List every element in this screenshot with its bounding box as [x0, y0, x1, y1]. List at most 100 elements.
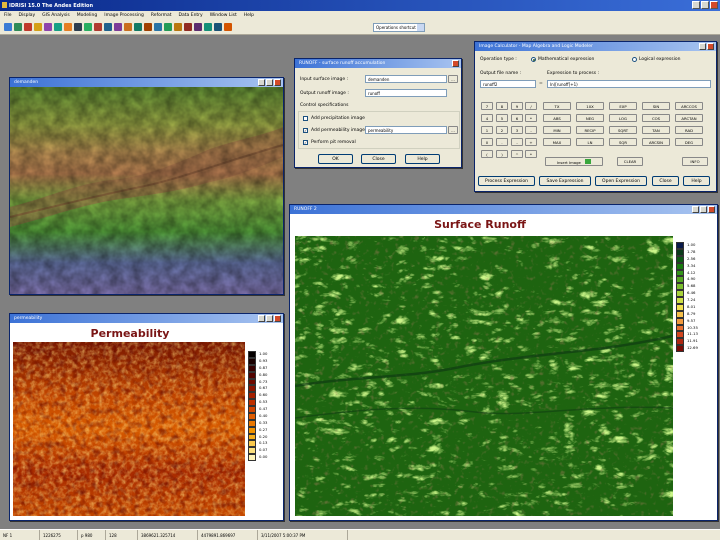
function-deg-button[interactable]: DEG — [675, 138, 703, 146]
key-1-button[interactable]: 7 — [481, 102, 493, 110]
function-sqr-button[interactable]: SQR — [609, 138, 637, 146]
key-11-button[interactable]: . — [496, 138, 508, 146]
permeability-window-title-bar[interactable]: permeability — [10, 314, 283, 323]
image-calculator-title-bar[interactable]: Image Calculator - Map Algebra and Logic… — [475, 42, 716, 51]
function-tx-button[interactable]: TX — [543, 102, 571, 110]
minimize-button[interactable] — [699, 43, 706, 50]
operator-3-button[interactable]: - — [525, 126, 537, 134]
menu-file[interactable]: File — [4, 13, 12, 20]
insert-image-button[interactable]: Insert Image — [545, 157, 603, 166]
key-13-button[interactable]: ( — [481, 150, 493, 158]
close-button[interactable] — [708, 206, 715, 213]
key-7-button[interactable]: 1 — [481, 126, 493, 134]
key-15-button[interactable]: ^ — [511, 150, 523, 158]
digitize-icon[interactable] — [174, 23, 182, 31]
logic-expression-radio[interactable] — [632, 57, 637, 62]
function-exp-button[interactable]: EXP — [609, 102, 637, 110]
maximize-button[interactable] — [266, 79, 273, 86]
function-tan-button[interactable]: TAN — [642, 126, 670, 134]
metadata-icon[interactable] — [104, 23, 112, 31]
key-3-button[interactable]: 9 — [511, 102, 523, 110]
elevation-window-title-bar[interactable]: demanden — [10, 78, 283, 87]
close-button[interactable]: Close — [361, 154, 396, 164]
key-4-button[interactable]: 4 — [481, 114, 493, 122]
expression-field[interactable]: ln([runoff]+1) — [547, 80, 711, 88]
elevation-map-image[interactable] — [10, 87, 283, 294]
layer-icon[interactable] — [164, 23, 172, 31]
browse-input-button[interactable]: ... — [448, 75, 458, 83]
key-10-button[interactable]: 0 — [481, 138, 493, 146]
open-icon[interactable] — [4, 23, 12, 31]
key-14-button[interactable]: ) — [496, 150, 508, 158]
runoff-dialog-title-bar[interactable]: RUNOFF - surface runoff accumulation — [295, 59, 461, 68]
math-expression-radio[interactable] — [531, 57, 536, 62]
runoff2-window-title-bar[interactable]: RUNOFF 2 — [290, 205, 717, 214]
stats-icon[interactable] — [144, 23, 152, 31]
function-recip-button[interactable]: RECIP — [576, 126, 604, 134]
key-2-button[interactable]: 8 — [496, 102, 508, 110]
minimize-button[interactable] — [258, 79, 265, 86]
maximize-button[interactable] — [700, 206, 707, 213]
close-button[interactable] — [452, 60, 459, 67]
function-sin-button[interactable]: SIN — [642, 102, 670, 110]
menu-reformat[interactable]: Reformat — [151, 13, 172, 20]
function-cos-button[interactable]: COS — [642, 114, 670, 122]
symbol-icon[interactable] — [64, 23, 72, 31]
info-button[interactable]: INFO — [682, 157, 708, 166]
menu-data-entry[interactable]: Data Entry — [179, 13, 203, 20]
close-button[interactable] — [707, 43, 714, 50]
open-expression-button[interactable]: Open Expression — [595, 176, 647, 186]
query-icon[interactable] — [94, 23, 102, 31]
output-runoff-field[interactable]: runoff — [365, 89, 447, 97]
ok-button[interactable]: OK — [318, 154, 353, 164]
navigate-icon[interactable] — [224, 23, 232, 31]
runoff2-window[interactable]: RUNOFF 2 Surface Runoff 1.00 1.78 2.56 3.34… — [289, 204, 718, 521]
chevron-down-icon[interactable] — [417, 24, 424, 31]
shapes-icon[interactable] — [204, 23, 212, 31]
function-rad-button[interactable]: RAD — [675, 126, 703, 134]
close-button[interactable] — [274, 315, 281, 322]
function-abs-button[interactable]: ABS — [543, 114, 571, 122]
pit-removal-checkbox[interactable]: ✓ — [303, 140, 308, 145]
operator-2-button[interactable]: * — [525, 114, 537, 122]
key-6-button[interactable]: 6 — [511, 114, 523, 122]
minimize-button[interactable] — [692, 1, 700, 9]
operator-5-button[interactable]: * — [525, 150, 537, 158]
help-icon[interactable] — [214, 23, 222, 31]
close-button[interactable] — [710, 1, 718, 9]
menu-window-list[interactable]: Window List — [210, 13, 237, 20]
function-max-button[interactable]: MAX — [543, 138, 571, 146]
print-icon[interactable] — [24, 23, 32, 31]
runoff-map-image[interactable] — [295, 236, 673, 516]
maximize-button[interactable] — [266, 315, 273, 322]
elevation-window[interactable]: demanden — [9, 77, 284, 295]
function-log-button[interactable]: LOG — [609, 114, 637, 122]
composite-icon[interactable] — [44, 23, 52, 31]
operations-shortcut-select[interactable]: Operations shortcut — [373, 23, 425, 32]
browse-permeability-button[interactable]: ... — [448, 126, 458, 134]
process-expression-button[interactable]: Process Expression — [478, 176, 535, 186]
permeability-checkbox[interactable]: ✓ — [303, 128, 308, 133]
calculator-help-button[interactable]: Help — [683, 176, 710, 186]
runoff-dialog[interactable]: RUNOFF - surface runoff accumulation Inp… — [294, 58, 462, 168]
minimize-button[interactable] — [692, 206, 699, 213]
permeability-map-image[interactable] — [13, 342, 245, 516]
menu-gis-analysis[interactable]: GIS Analysis — [42, 13, 70, 20]
operator-1-button[interactable]: / — [525, 102, 537, 110]
legend-icon[interactable] — [84, 23, 92, 31]
histogram-icon[interactable] — [134, 23, 142, 31]
key-9-button[interactable]: 3 — [511, 126, 523, 134]
function-10x-button[interactable]: 10X — [576, 102, 604, 110]
function-ln-button[interactable]: LN — [576, 138, 604, 146]
permeability-image-field[interactable]: permeability — [365, 126, 447, 134]
save-icon[interactable] — [14, 23, 22, 31]
minimize-button[interactable] — [258, 315, 265, 322]
menu-modeling[interactable]: Modeling — [77, 13, 97, 20]
key-12-button[interactable]: - — [511, 138, 523, 146]
database-icon[interactable] — [114, 23, 122, 31]
clear-button[interactable]: CLEAR — [617, 157, 643, 166]
function-arccos-button[interactable]: ARCCOS — [675, 102, 703, 110]
output-file-field[interactable]: runoff2 — [480, 80, 536, 88]
image-calculator-dialog[interactable]: Image Calculator - Map Algebra and Logic… — [474, 41, 717, 192]
help-button[interactable]: Help — [405, 154, 440, 164]
